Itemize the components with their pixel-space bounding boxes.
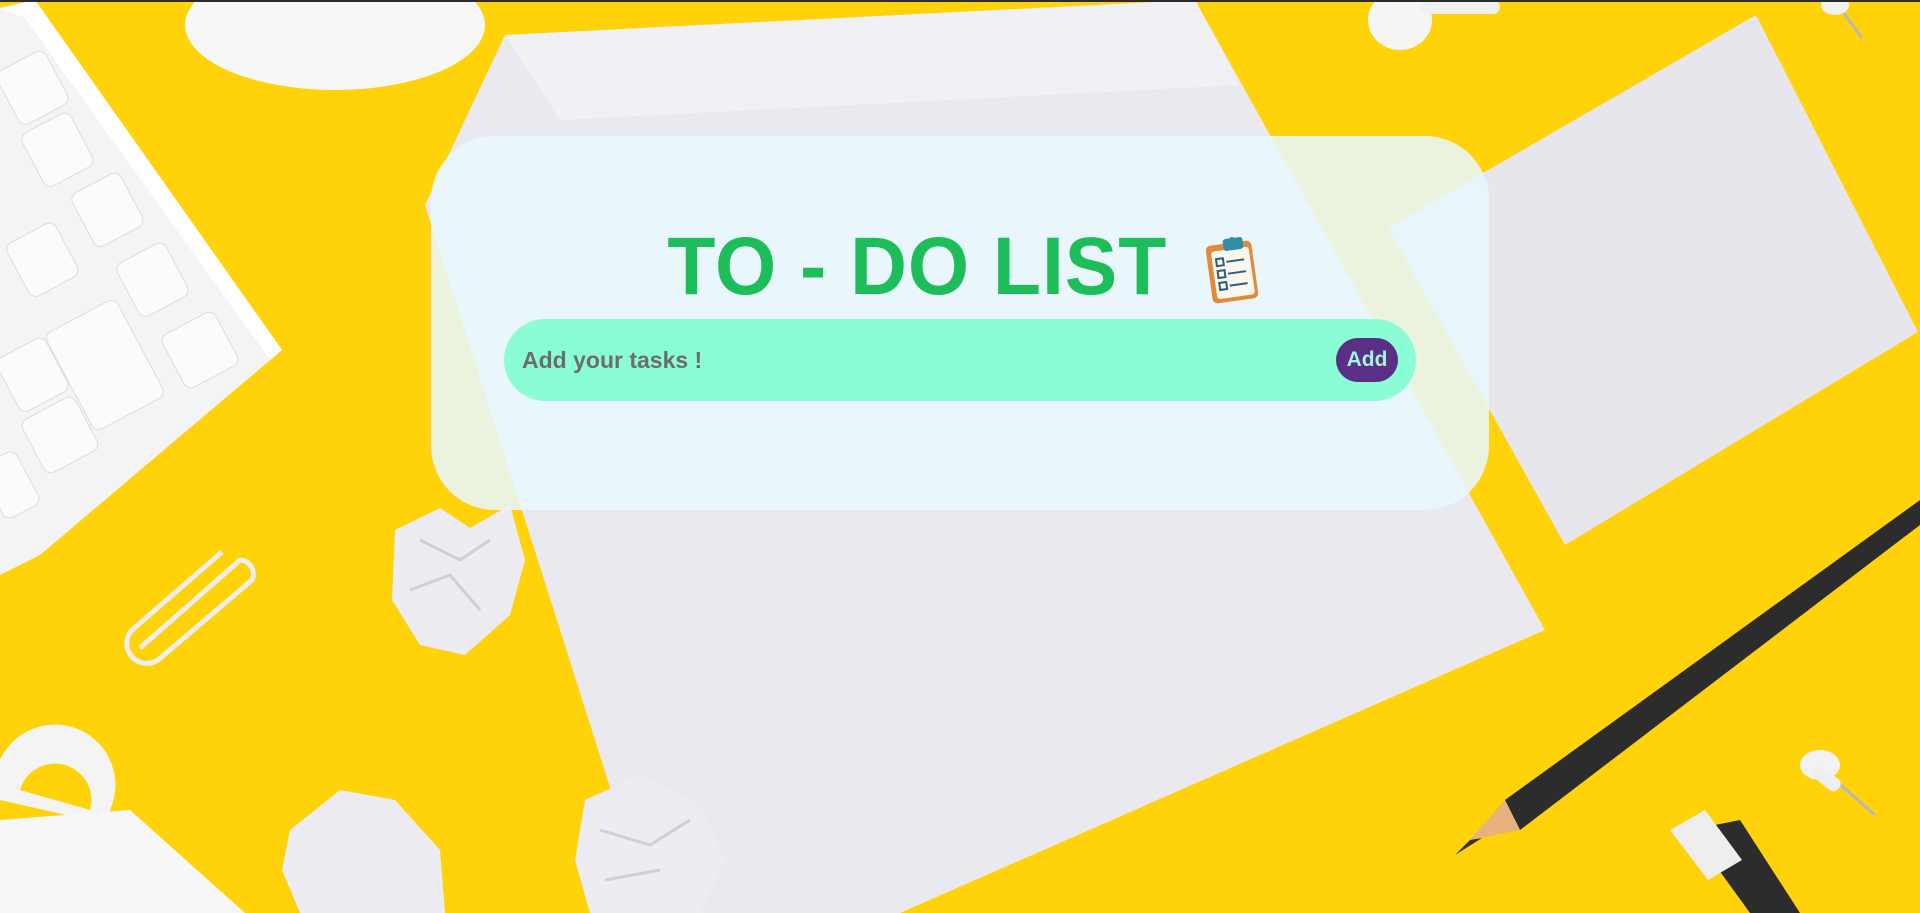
task-input[interactable] <box>522 319 1322 401</box>
title-row: TO - DO LIST <box>431 212 1489 322</box>
todo-card: TO - DO LIST Add <box>431 136 1489 510</box>
top-border <box>0 0 1920 2</box>
page-title: TO - DO LIST <box>667 221 1167 312</box>
add-task-button[interactable]: Add <box>1336 338 1398 382</box>
task-input-bar: Add <box>504 319 1416 401</box>
clipboard-icon <box>1206 237 1259 304</box>
